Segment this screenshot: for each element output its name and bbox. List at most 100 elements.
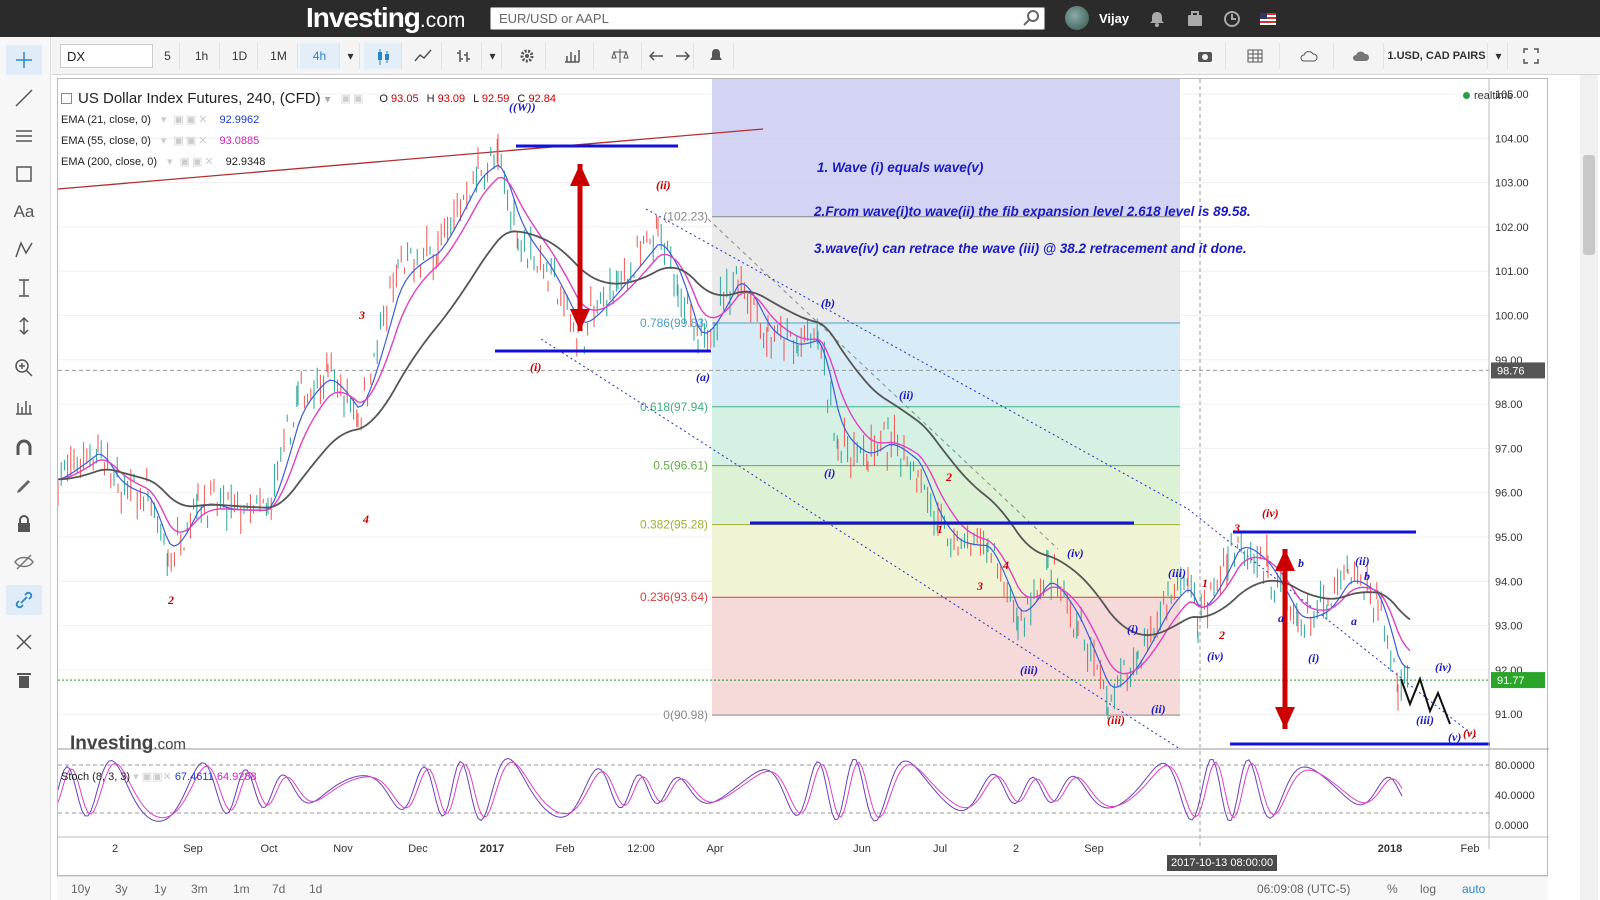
ema200-settings-icons[interactable]: ▾ ▣▣✕ [167, 155, 216, 168]
time-tick-label: Nov [333, 843, 353, 855]
stay-drawing-button[interactable] [6, 471, 42, 501]
interval-4h-button[interactable]: 4h [300, 43, 340, 69]
compare-button[interactable] [598, 43, 642, 69]
indicators-button[interactable] [550, 43, 594, 69]
rectangle-tool-button[interactable] [6, 159, 42, 189]
ema55-label: EMA (55, close, 0) [61, 134, 151, 147]
log-scale-toggle[interactable]: log [1420, 882, 1436, 896]
auto-scale-toggle[interactable]: auto [1462, 882, 1485, 896]
ohlc-icon [456, 50, 470, 62]
snapshot-button[interactable] [1184, 43, 1226, 69]
cloud-upload-icon [1352, 51, 1369, 61]
range-1m[interactable]: 1m [233, 882, 250, 896]
investing-logo[interactable]: Investing.com [306, 2, 465, 34]
grid-icon [1247, 49, 1262, 63]
us-flag-icon[interactable] [1260, 13, 1276, 25]
watchlist-dropdown[interactable]: ▾ [1490, 43, 1508, 69]
ema55-settings-icons[interactable]: ▾ ▣▣✕ [161, 134, 210, 147]
time-tick-label: 2 [112, 843, 118, 855]
candles-style-button[interactable] [364, 43, 402, 69]
watchlist-selector[interactable]: 1.USD, CAD PAIRS [1386, 43, 1488, 69]
time-tick-label: Jul [933, 843, 947, 855]
chevron-down-icon: ▾ [489, 49, 496, 63]
ema21-label: EMA (21, close, 0) [61, 113, 151, 126]
remove-tools-button[interactable] [6, 627, 42, 657]
ema200-label: EMA (200, close, 0) [61, 155, 157, 168]
interval-1d-button[interactable]: 1D [222, 43, 258, 69]
fullscreen-button[interactable] [1514, 43, 1548, 69]
fib-level-label: 0.786(99.83) [640, 316, 708, 330]
investing-watermark: Investing.com [70, 733, 186, 754]
horizontal-lines-tool-button[interactable] [6, 121, 42, 151]
briefcase-icon[interactable] [1185, 9, 1205, 29]
style-dropdown[interactable]: ▾ [484, 43, 502, 69]
sync-drawings-button[interactable] [6, 585, 42, 615]
trendline-tool-button[interactable] [6, 83, 42, 113]
wave-label: 3 [358, 308, 365, 322]
pattern-tool-button[interactable] [6, 235, 42, 265]
red-arrow-down-head [570, 309, 590, 331]
bars-style-button[interactable] [444, 43, 482, 69]
magnet-button[interactable] [6, 433, 42, 463]
percent-scale-toggle[interactable]: % [1387, 882, 1398, 896]
search-input[interactable] [490, 7, 1045, 30]
measure-bars-button[interactable] [6, 391, 42, 421]
measure-tool-button[interactable] [6, 273, 42, 303]
wave-label: 2 [1218, 628, 1225, 642]
line-style-button[interactable] [404, 43, 442, 69]
price-chart[interactable]: (102.23) 0.786(99.83) 0.618(97.94) 0.5(96.6… [58, 79, 1549, 877]
range-10y[interactable]: 10y [71, 882, 90, 896]
ema21-settings-icons[interactable]: ▾ ▣▣✕ [161, 113, 210, 126]
load-chart-button[interactable] [1284, 43, 1334, 69]
chevron-down-icon[interactable]: ▾ [325, 92, 331, 106]
search-icon[interactable] [1022, 8, 1042, 28]
undo-button[interactable] [646, 43, 668, 69]
wave-label: (iv) [1262, 506, 1279, 520]
red-arrow-up-head [570, 164, 590, 186]
range-3y[interactable]: 3y [115, 882, 128, 896]
delete-drawings-button[interactable] [6, 665, 42, 695]
scrollbar-thumb[interactable] [1583, 155, 1595, 255]
range-1d[interactable]: 1d [309, 882, 322, 896]
interval-5-button[interactable]: 5 [156, 43, 180, 69]
interval-dropdown[interactable]: ▾ [342, 43, 360, 69]
tools-icon [16, 634, 32, 650]
lock-icon [18, 515, 30, 532]
alert-button[interactable] [698, 43, 734, 69]
lock-drawings-button[interactable] [6, 509, 42, 539]
save-chart-button[interactable] [1338, 43, 1384, 69]
bottom-range-bar: 10y 3y 1y 3m 1m 7d 1d 06:09:08 (UTC-5) %… [57, 876, 1548, 900]
wave-label: (b) [821, 296, 835, 310]
crosshair-price-label: 98.76 [1497, 365, 1525, 377]
wave-label: (ii) [899, 388, 914, 402]
range-3m[interactable]: 3m [191, 882, 208, 896]
zoom-tool-button[interactable] [6, 353, 42, 383]
arrow-tool-button[interactable] [6, 311, 42, 341]
interval-1m-button[interactable]: 1M [260, 43, 298, 69]
crosshair-time-label: 2017-10-13 08:00:00 [1167, 855, 1278, 871]
username[interactable]: Vijay [1099, 11, 1129, 26]
range-1y[interactable]: 1y [154, 882, 167, 896]
text-tool-button[interactable]: Aa [6, 197, 42, 227]
clock-icon[interactable] [1222, 9, 1242, 29]
page-scrollbar[interactable] [1580, 75, 1598, 900]
ema55-value: 93.0885 [219, 134, 260, 147]
crosshair-tool-button[interactable] [6, 45, 42, 75]
last-price-label: 91.77 [1497, 675, 1525, 687]
bell-icon[interactable] [1147, 9, 1167, 29]
wave-label: 1 [1202, 576, 1208, 590]
interval-1h-button[interactable]: 1h [184, 43, 220, 69]
settings-button[interactable] [508, 43, 546, 69]
symbol-input[interactable]: DX [60, 44, 153, 68]
hide-drawings-button[interactable] [6, 547, 42, 577]
collapse-legend-icon[interactable] [61, 93, 72, 104]
series-settings-icons[interactable]: ▣▣ [341, 92, 366, 105]
layout-button[interactable] [1230, 43, 1280, 69]
chart-area[interactable]: (102.23) 0.786(99.83) 0.618(97.94) 0.5(96.6… [57, 78, 1549, 877]
redo-button[interactable] [670, 43, 694, 69]
range-7d[interactable]: 7d [272, 882, 285, 896]
avatar[interactable] [1065, 6, 1089, 30]
analysis-note-3: 3.wave(iv) can retrace the wave (iii) @ … [814, 241, 1247, 256]
measure-icon [19, 279, 29, 297]
wave-label: (i) [530, 360, 541, 374]
